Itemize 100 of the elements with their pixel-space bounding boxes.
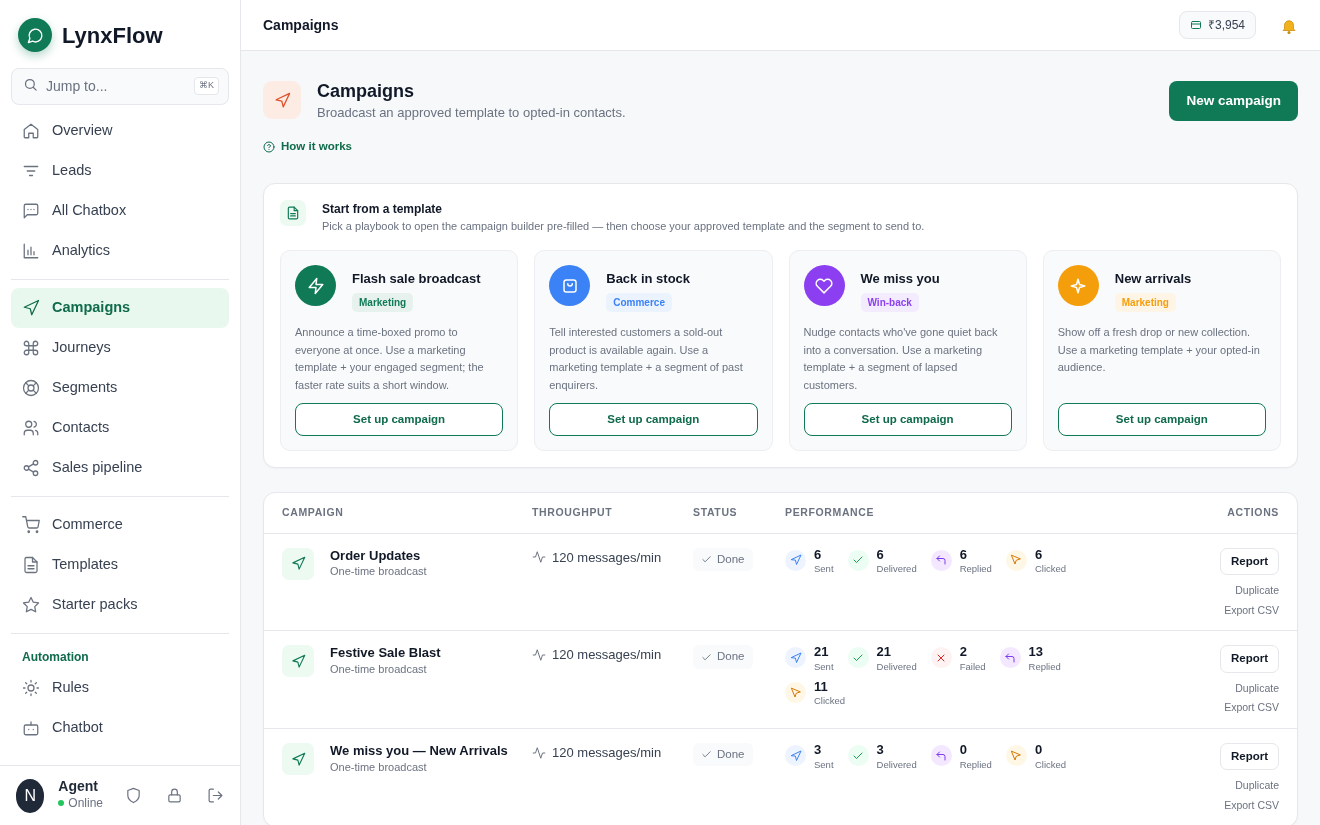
sidebar-item[interactable]: Analytics: [11, 231, 229, 271]
metric-value: 21: [814, 645, 830, 660]
brand-name: LynxFlow: [62, 21, 163, 50]
setup-button[interactable]: Set up campaign: [549, 402, 758, 436]
shortcut-hint: ⌘K: [194, 77, 219, 95]
section-description: Pick a playbook to open the campaign builder pre-filled — then choose your approved template and the segment to send to.: [322, 218, 925, 234]
metric-value: 13: [1028, 645, 1045, 660]
throughput-text: 120 messages/min: [552, 548, 662, 567]
campaign-name[interactable]: Order Updates: [330, 547, 427, 564]
metric-value: 21: [876, 645, 892, 660]
document-icon: [22, 556, 40, 574]
metric-label: Delivered: [876, 562, 917, 576]
user-name: Agent: [58, 778, 99, 795]
logo-icon: [18, 18, 52, 52]
metric-label: Failed: [959, 659, 986, 674]
card-description: Announce a time-boxed promo to everyone at once. Use a marketing template + your engaged segment; the faster rate suits a short window.: [295, 324, 485, 394]
pointer-icon: [785, 682, 806, 703]
check-icon: [847, 647, 869, 669]
report-button[interactable]: Report: [1219, 645, 1279, 673]
metric-value: 3: [876, 743, 885, 758]
metric-value: 6: [876, 547, 885, 562]
setup-button[interactable]: Set up campaign: [803, 402, 1012, 436]
campaign-name[interactable]: Festive Sale Blast: [330, 645, 441, 662]
card-title: Flash sale broadcast: [352, 270, 481, 289]
cart-icon: [22, 516, 40, 534]
sidebar-item[interactable]: Chatbot: [11, 708, 229, 748]
setup-button[interactable]: Set up campaign: [1057, 402, 1266, 436]
action-link[interactable]: Duplicate: [1235, 680, 1279, 697]
campaign-type: One-time broadcast: [330, 759, 428, 775]
action-link[interactable]: Export CSV: [1224, 798, 1279, 814]
sidebar-item[interactable]: Sales pipeline: [11, 448, 229, 488]
heading: Campaigns: [317, 81, 416, 103]
reply-icon: [930, 549, 952, 571]
action-link[interactable]: Export CSV: [1224, 700, 1279, 717]
help-icon: [263, 140, 275, 153]
send-icon: [282, 743, 314, 776]
avatar[interactable]: N: [16, 778, 45, 813]
metric-value: 2: [959, 645, 968, 660]
sidebar-item[interactable]: Rules: [11, 668, 229, 708]
user-status: Online: [68, 795, 103, 813]
metric-label: Sent: [814, 562, 834, 576]
action-link[interactable]: Duplicate: [1235, 778, 1279, 795]
sidebar-item[interactable]: Campaigns: [11, 288, 229, 328]
column-header: CAMPAIGN: [282, 504, 344, 520]
setup-button[interactable]: Set up campaign: [295, 402, 504, 436]
sun-icon: [22, 679, 40, 697]
action-link[interactable]: Export CSV: [1224, 602, 1279, 619]
metric-label: Clicked: [814, 694, 846, 709]
help-link[interactable]: How it works: [263, 138, 352, 156]
pointer-icon: [1005, 745, 1027, 767]
metric-label: Replied: [959, 757, 992, 772]
report-button[interactable]: Report: [1219, 547, 1279, 575]
pulse-icon: [532, 648, 546, 663]
sidebar-item[interactable]: Templates: [11, 545, 229, 585]
robot-icon: [22, 719, 40, 737]
wallet-icon: [1189, 19, 1202, 31]
campaign-type: One-time broadcast: [330, 662, 428, 678]
sidebar-item[interactable]: Commerce: [11, 505, 229, 545]
metric-label: Clicked: [1034, 757, 1067, 772]
category-tag: Marketing: [1114, 292, 1176, 312]
lock-icon[interactable]: [166, 787, 183, 804]
sidebar-item[interactable]: Journeys: [11, 328, 229, 368]
card-title: Back in stock: [606, 270, 691, 289]
cross-icon: [930, 647, 952, 669]
card-description: Tell interested customers a sold-out product is available again. Use a marketing template + a segment of past enquirers.: [549, 324, 744, 394]
shield-icon[interactable]: [125, 787, 142, 804]
reply-icon: [930, 745, 952, 767]
sidebar-item[interactable]: Leads: [11, 151, 229, 191]
balance-chip[interactable]: ₹3,954: [1178, 11, 1256, 39]
send-icon: [282, 645, 314, 678]
sidebar-item[interactable]: Starter packs: [11, 585, 229, 625]
metric-label: Sent: [814, 659, 834, 674]
campaign-type: One-time broadcast: [330, 564, 427, 580]
section-title: Start from a template: [322, 200, 444, 218]
send-icon: [282, 547, 314, 580]
sidebar-item[interactable]: Segments: [11, 368, 229, 408]
column-header: THROUGHPUT: [532, 504, 613, 520]
report-button[interactable]: Report: [1219, 743, 1279, 771]
sidebar-item[interactable]: Contacts: [11, 408, 229, 448]
share-icon: [22, 459, 40, 477]
category-tag: Commerce: [606, 292, 672, 312]
campaign-name[interactable]: We miss you — New Arrivals: [330, 743, 508, 759]
status-badge: Done: [693, 743, 753, 767]
metric-value: 11: [814, 680, 829, 695]
card-title: We miss you: [860, 270, 940, 289]
sidebar-item[interactable]: Overview: [11, 111, 229, 151]
command-icon: [22, 339, 40, 357]
send-icon: [785, 745, 806, 767]
lifebuoy-icon: [22, 379, 40, 397]
column-header: PERFORMANCE: [785, 504, 875, 520]
card-description: Nudge contacts who've gone quiet back into a conversation. Use a marketing template + a segment of lapsed customers.: [803, 324, 999, 394]
action-link[interactable]: Duplicate: [1235, 582, 1279, 599]
logout-icon[interactable]: [207, 787, 224, 804]
new-campaign-button[interactable]: New campaign: [1169, 81, 1298, 122]
pointer-icon: [1005, 549, 1027, 571]
users-icon: [22, 419, 40, 437]
sidebar-item[interactable]: All Chatbox: [11, 191, 229, 231]
send-icon: [22, 299, 40, 317]
metric-value: 6: [959, 547, 968, 562]
reply-icon: [999, 647, 1021, 669]
